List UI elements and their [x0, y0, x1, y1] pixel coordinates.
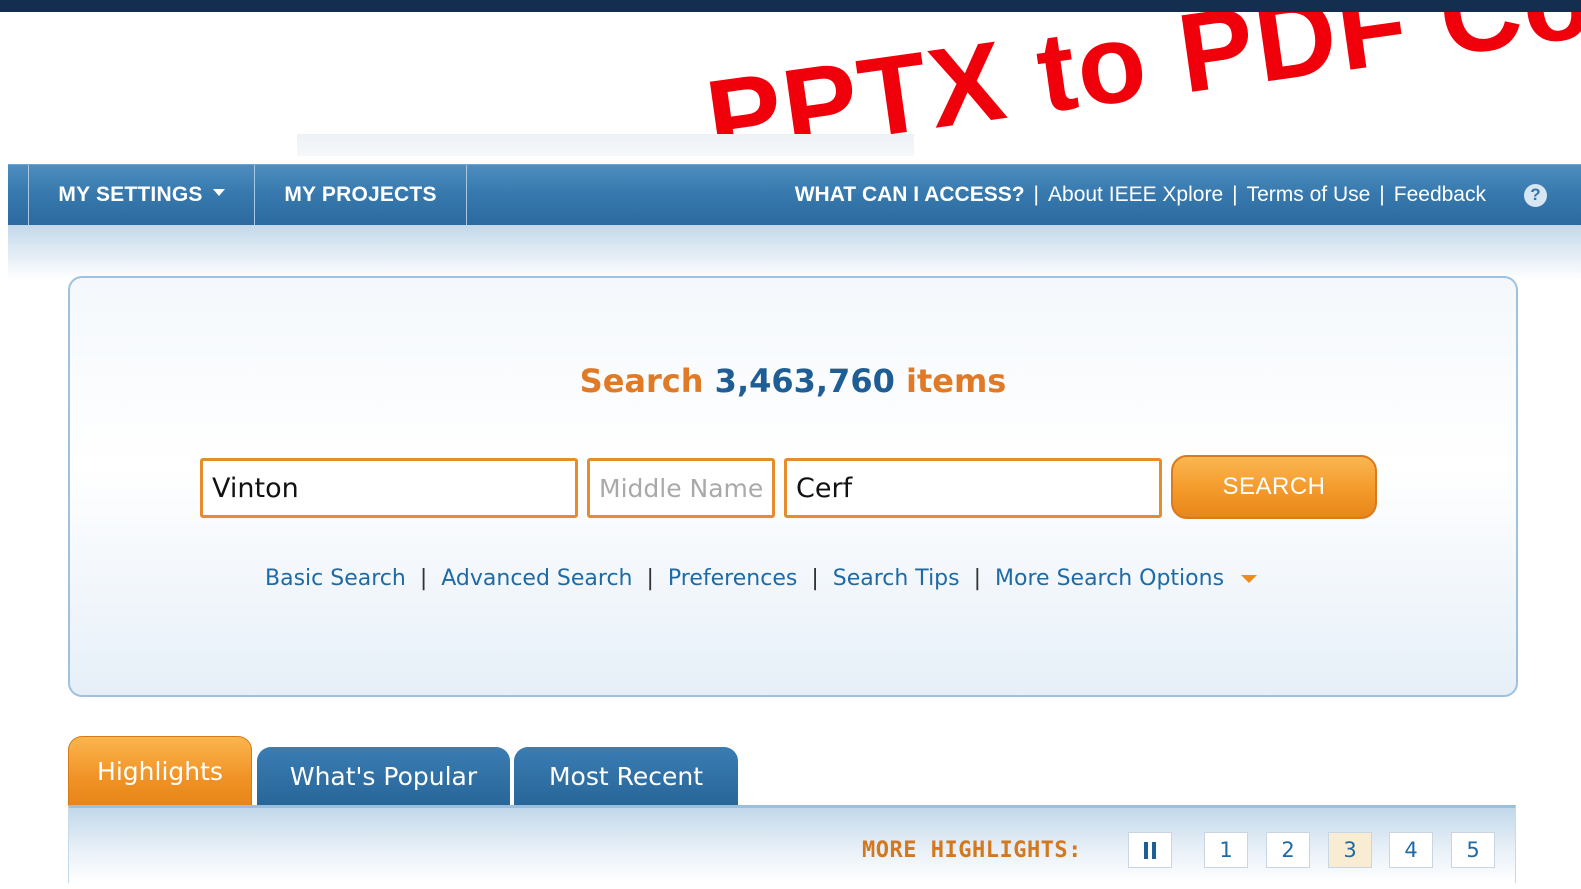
more-highlights-label: MORE HIGHLIGHTS: — [862, 838, 1082, 863]
my-projects-menu[interactable]: MY PROJECTS — [255, 165, 467, 225]
chevron-down-icon — [212, 188, 225, 196]
nav-separator: | — [1232, 183, 1238, 206]
headline-suffix: items — [905, 362, 1007, 400]
headline-prefix: Search — [579, 362, 704, 400]
header-banner: PPTX to PDF Converter — [0, 12, 1581, 134]
nav-separator: | — [1379, 183, 1385, 206]
search-button[interactable]: SEARCH — [1171, 455, 1377, 519]
basic-search-link[interactable]: Basic Search — [265, 566, 406, 591]
navbar-fade — [8, 225, 1581, 280]
middle-name-field[interactable] — [587, 458, 775, 518]
search-panel: Search 3,463,760 items SEARCH Basic Sear… — [68, 276, 1518, 697]
feedback-link[interactable]: Feedback — [1394, 183, 1486, 207]
tab-most-recent[interactable]: Most Recent — [514, 747, 738, 805]
link-separator: | — [973, 566, 982, 591]
highlight-page-5[interactable]: 5 — [1451, 832, 1495, 868]
more-search-options-link[interactable]: More Search Options — [995, 566, 1258, 591]
my-settings-label: MY SETTINGS — [58, 183, 203, 206]
highlight-page-4[interactable]: 4 — [1389, 832, 1433, 868]
tab-highlights[interactable]: Highlights — [68, 736, 252, 805]
link-separator: | — [811, 566, 819, 591]
preferences-link[interactable]: Preferences — [668, 566, 797, 591]
last-name-field[interactable] — [784, 458, 1162, 518]
advanced-search-link[interactable]: Advanced Search — [441, 566, 632, 591]
search-tips-link[interactable]: Search Tips — [833, 566, 960, 591]
navbar-utility-links: WHAT CAN I ACCESS? | About IEEE Xplore |… — [795, 165, 1547, 225]
converter-watermark: PPTX to PDF Converter — [699, 12, 1581, 134]
pause-button[interactable] — [1128, 832, 1172, 868]
navbar-left-cap — [8, 165, 29, 225]
search-options-links: Basic Search | Advanced Search | Prefere… — [265, 566, 1258, 591]
more-search-options-label: More Search Options — [995, 566, 1225, 591]
link-separator: | — [646, 566, 654, 591]
nav-separator: | — [1033, 183, 1040, 206]
terms-of-use-link[interactable]: Terms of Use — [1247, 183, 1371, 207]
about-ieee-xplore-link[interactable]: About IEEE Xplore — [1048, 183, 1223, 207]
first-name-field[interactable] — [200, 458, 578, 518]
item-count: 3,463,760 — [714, 362, 895, 400]
tab-whats-popular[interactable]: What's Popular — [257, 747, 510, 805]
my-settings-menu[interactable]: MY SETTINGS — [29, 165, 255, 225]
what-can-i-access-link[interactable]: WHAT CAN I ACCESS? — [795, 183, 1025, 207]
highlights-bar: MORE HIGHLIGHTS: 1 2 3 4 5 — [68, 805, 1516, 883]
highlight-page-3[interactable]: 3 — [1328, 832, 1372, 868]
highlight-page-2[interactable]: 2 — [1266, 832, 1310, 868]
my-projects-label: MY PROJECTS — [284, 183, 437, 206]
banner-shadow — [297, 134, 914, 156]
help-icon[interactable]: ? — [1524, 183, 1547, 207]
highlight-page-1[interactable]: 1 — [1204, 832, 1248, 868]
caret-down-icon — [1241, 575, 1258, 583]
pause-icon — [1144, 841, 1156, 859]
link-separator: | — [419, 566, 428, 591]
main-navbar: MY SETTINGS MY PROJECTS WHAT CAN I ACCES… — [8, 164, 1581, 226]
top-strip — [0, 0, 1581, 12]
search-headline: Search 3,463,760 items — [70, 362, 1516, 400]
